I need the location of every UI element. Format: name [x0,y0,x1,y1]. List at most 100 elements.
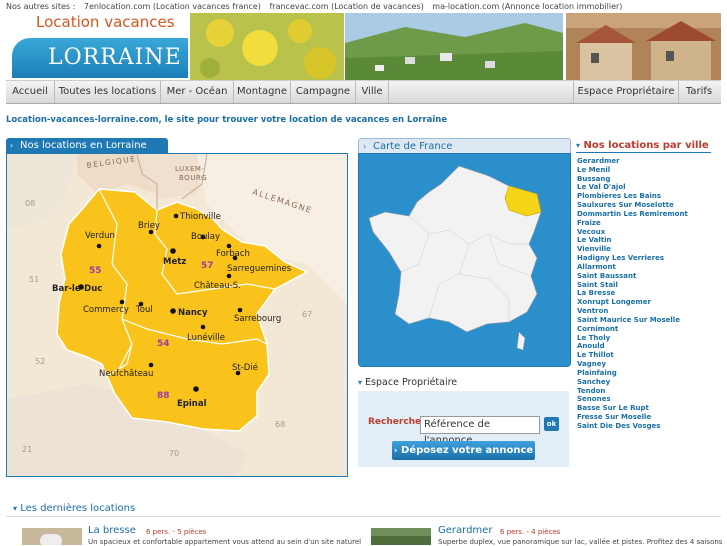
nav-item-tarifs[interactable]: Tarifs [678,81,720,103]
reference-search-input[interactable]: Référence de l'annonce [420,416,540,446]
other-site-link[interactable]: ma-location.com (Annonce location immobi… [432,2,622,11]
city-link[interactable]: Plombieres Les Bains [577,192,717,201]
city-label: Neufchâteau [99,369,153,379]
city-link[interactable]: Vagney [577,360,717,369]
city-link[interactable]: Saint Die Des Vosges [577,422,717,431]
city-link[interactable]: Saint Stail [577,281,717,290]
neighbor-dept-label: 68 [275,420,285,429]
nav-item-montagne[interactable]: Montagne [234,81,291,103]
city-link[interactable]: Plainfaing [577,369,717,378]
listing-photo[interactable] [371,528,431,545]
main-nav: Accueil Toutes les locations Mer - Océan… [6,80,721,104]
city-link[interactable]: Saint Baussant [577,272,717,281]
chevron-right-icon: › [10,141,14,150]
city-link[interactable]: Allarmont [577,263,717,272]
header-photo-village [345,13,563,80]
nav-item-espace-proprietaire[interactable]: Espace Propriétaire [573,81,679,103]
city-link[interactable]: Fraize [577,219,717,228]
city-label: Nancy [178,308,208,318]
city-link[interactable]: Xonrupt Longemer [577,298,717,307]
city-link[interactable]: Vienville [577,245,717,254]
nav-item-accueil[interactable]: Accueil [6,81,55,103]
city-label: Epinal [177,399,207,409]
city-label: Sarrebourg [234,314,281,324]
listing-meta: 6 pers. - 4 pièces [500,528,561,536]
city-label: Château-S. [194,281,241,291]
divider [6,516,721,517]
header-photo-flowers [190,13,344,80]
neighbor-dept-label: 08 [25,199,35,208]
city-label: Briey [138,221,160,231]
other-site-link[interactable]: francevac.com (Location de vacances) [269,2,423,11]
nav-item-campagne[interactable]: Campagne [291,81,356,103]
site-header: Location vacances LORRAINE [6,13,721,80]
city-link[interactable]: Anould [577,342,717,351]
listing-city-link[interactable]: Gerardmer [438,525,492,536]
city-link[interactable]: Ventron [577,307,717,316]
city-link[interactable]: La Bresse [577,289,717,298]
city-link[interactable]: Hadigny Les Verrieres [577,254,717,263]
site-tagline: Location-vacances-lorraine.com, le site … [6,115,448,125]
chevron-down-icon: ▾ [576,141,581,150]
chevron-down-icon: ▾ [358,378,363,387]
city-label: St-Dié [232,362,258,373]
city-link[interactable]: Le Valtin [577,236,717,245]
search-label: Rechercher [368,417,426,427]
listing-city-link[interactable]: La bresse [88,525,136,536]
city-label: Metz [163,257,186,267]
listing-photo[interactable] [22,528,82,545]
neighbor-dept-label: 21 [22,445,32,454]
city-label: Lunéville [187,332,225,343]
chevron-right-icon: › [393,446,398,456]
latest-listings-title: ▾ Les dernières locations [13,503,136,514]
city-link[interactable]: Tendon [577,387,717,396]
logo-region: LORRAINE [48,45,182,70]
other-site-link[interactable]: 7enlocation.com (Location vacances franc… [84,2,261,11]
city-label: Bar-le-Duc [52,284,102,294]
neighbor-dept-label: 51 [29,275,39,284]
other-sites-label: Nos autres sites : [6,2,76,11]
other-sites-bar: Nos autres sites : 7enlocation.com (Loca… [6,2,628,11]
france-map[interactable] [358,153,571,367]
chevron-right-icon: › [363,142,367,151]
city-link[interactable]: Basse Sur Le Rupt [577,404,717,413]
city-link[interactable]: Cornimont [577,325,717,334]
city-link[interactable]: Gerardmer [577,157,717,166]
france-map-title: Carte de France [373,141,453,152]
nav-item-mer-ocean[interactable]: Mer - Océan [161,81,234,103]
cities-list: Gerardmer Le Menil Bussang Le Val D'ajol Plo… [577,157,717,431]
neighbor-dept-label: 67 [302,310,312,319]
city-link[interactable]: Saulxures Sur Moselotte [577,201,717,210]
nav-item-toutes-locations[interactable]: Toutes les locations [55,81,161,103]
site-logo[interactable]: Location vacances LORRAINE [6,13,188,80]
search-ok-button[interactable]: ok [544,417,559,431]
nav-item-ville[interactable]: Ville [356,81,389,103]
city-link[interactable]: Le Tholy [577,334,717,343]
dept-number: 57 [201,261,214,271]
city-link[interactable]: Le Val D'ajol [577,183,717,192]
city-link[interactable]: Le Thillot [577,351,717,360]
deposit-ad-button[interactable]: › Déposez votre annonce [392,441,535,460]
dept-number: 88 [157,391,170,401]
city-label: Toul [135,305,153,315]
neighbor-dept-label: 52 [35,357,45,366]
city-link[interactable]: Bussang [577,175,717,184]
city-link[interactable]: Fresse Sur Moselle [577,413,717,422]
city-link[interactable]: Dommartin Les Remiremont [577,210,717,219]
city-link[interactable]: Saint Maurice Sur Moselle [577,316,717,325]
city-link[interactable]: Le Menil [577,166,717,175]
neighbor-dept-label: 70 [169,449,179,458]
owner-section-title: ▾ Espace Propriétaire [358,377,458,388]
cities-list-title: ▾ Nos locations par ville [576,140,709,151]
logo-tagline: Location vacances [36,13,175,31]
divider [576,152,711,153]
country-label: BOURG [179,174,207,182]
city-link[interactable]: Sanchey [577,378,717,387]
lorraine-map-tab: › Nos locations en Lorraine [6,138,168,153]
header-photo-town [566,13,721,80]
dept-number: 55 [89,266,102,276]
city-link[interactable]: Vecoux [577,228,717,237]
lorraine-map-svg: BELGIQUE LUXEM- BOURG ALLEMAGNE 08 51 52… [7,154,347,476]
dept-number: 54 [157,339,170,349]
city-link[interactable]: Senones [577,395,717,404]
